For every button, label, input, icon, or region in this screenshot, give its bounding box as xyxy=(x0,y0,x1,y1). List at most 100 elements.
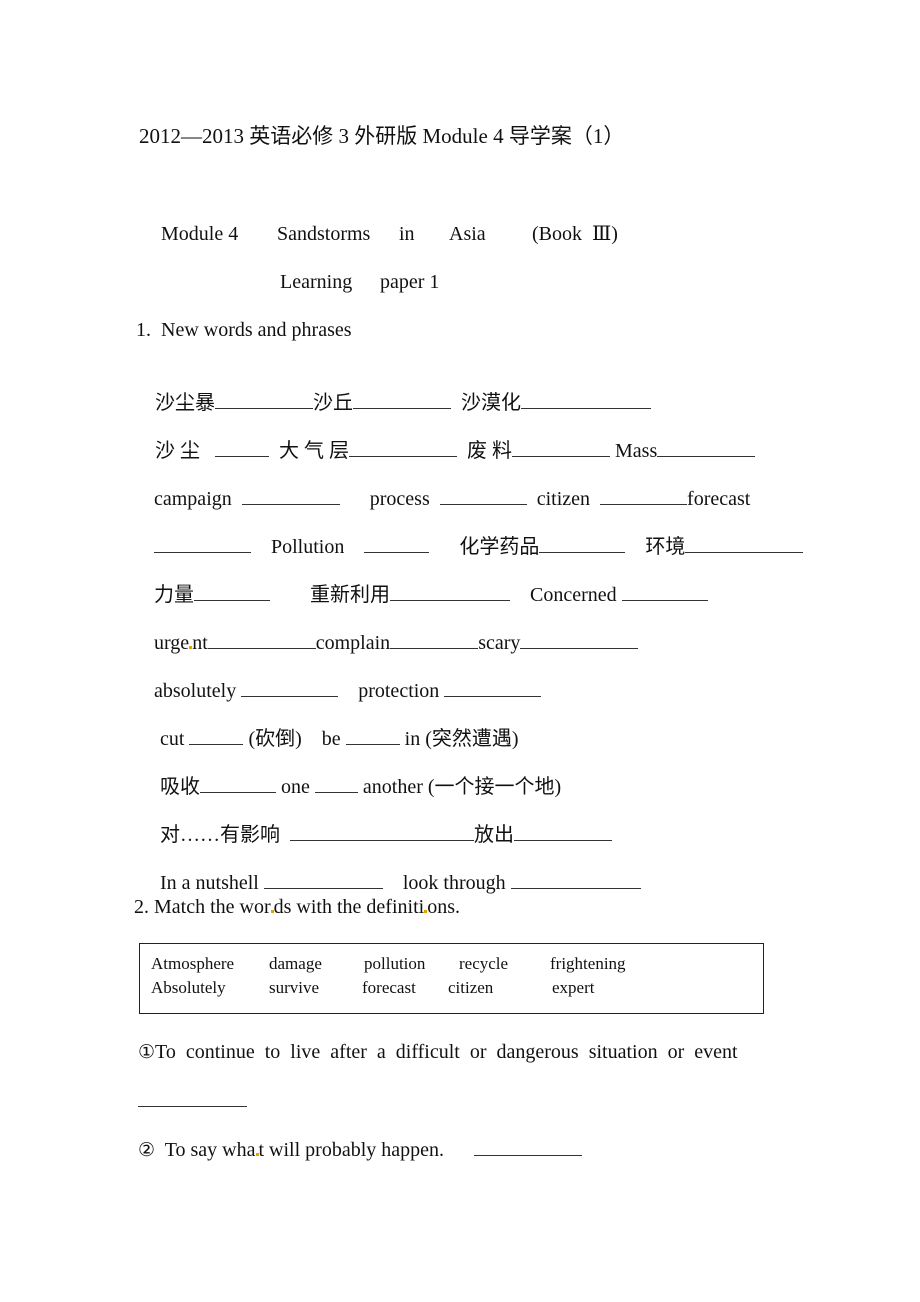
bank-word: survive xyxy=(269,978,320,997)
phrase-nutshell: In a nutshell xyxy=(160,872,259,894)
bank-word: forecast xyxy=(362,978,416,997)
answer-blank[interactable] xyxy=(621,582,708,601)
vocab-row: 沙尘暴 沙丘 沙漠化 xyxy=(145,366,651,415)
answer-blank[interactable] xyxy=(514,822,612,841)
vocab-sandstorm: 沙尘暴 xyxy=(155,392,215,414)
phrase-row: 对……有影响 放出 xyxy=(150,798,612,847)
definition-1: ①To continue to live after a difficult o… xyxy=(138,1040,738,1064)
answer-blank[interactable] xyxy=(241,486,340,505)
answer-blank[interactable] xyxy=(657,438,756,457)
phrase-another: another (一个接一个地) xyxy=(362,776,562,798)
subtitle-learning: Learning xyxy=(280,271,353,293)
answer-blank[interactable] xyxy=(215,390,313,409)
phrase-row: 吸收 one another (一个接一个地) xyxy=(150,750,561,799)
answer-blank[interactable] xyxy=(154,534,251,553)
vocab-process: process xyxy=(369,488,430,510)
answer-blank[interactable] xyxy=(353,390,451,409)
phrase-cut-hint: (砍倒) xyxy=(248,728,302,750)
vocab-scary: scary xyxy=(478,632,521,654)
vocab-campaign: campaign xyxy=(154,488,232,510)
answer-blank[interactable] xyxy=(290,822,474,841)
answer-blank[interactable] xyxy=(194,582,270,601)
phrase-one: one xyxy=(281,776,310,798)
module-word-in: in xyxy=(399,223,415,245)
phrase-effect: 对……有影响 xyxy=(160,824,280,846)
answer-blank[interactable] xyxy=(685,534,804,553)
vocab-absolutely: absolutely xyxy=(154,680,237,702)
word-bank-box: Atmosphere damage pollution recycle frig… xyxy=(139,943,764,1014)
definition-text: To continue to live after a difficult or… xyxy=(155,1041,738,1063)
vocab-waste: 废 料 xyxy=(467,440,512,462)
answer-blank[interactable] xyxy=(263,870,383,889)
answer-blank[interactable] xyxy=(444,678,542,697)
vocab-release: 放出 xyxy=(474,824,514,846)
phrase-be-hint: in (突然遭遇) xyxy=(404,728,519,750)
answer-blank[interactable] xyxy=(520,630,639,649)
document-title: 2012—2013 英语必修 3 外研版 Module 4 导学案（1） xyxy=(139,124,625,148)
definition-text: To say wha xyxy=(164,1139,256,1161)
definition-text: t will probably happen. xyxy=(258,1139,445,1161)
bank-word: Atmosphere xyxy=(151,954,235,973)
heading-part: ons. xyxy=(427,896,460,918)
answer-blank[interactable] xyxy=(364,534,430,553)
phrase-cut: cut xyxy=(160,728,185,750)
section1-heading: 1. New words and phrases xyxy=(136,319,352,341)
vocab-row: absolutely protection xyxy=(144,654,542,703)
answer-blank[interactable] xyxy=(215,438,269,457)
answer-blank[interactable] xyxy=(189,726,244,745)
vocab-row: 沙 尘 大 气 层 废 料 Mass xyxy=(145,414,756,463)
vocab-urgent: urge nt xyxy=(154,632,208,654)
section2-heading: 2. Match the wor ds with the definiti ons. xyxy=(134,895,460,919)
vocab-citizen: citizen xyxy=(536,488,591,510)
answer-blank[interactable] xyxy=(241,678,339,697)
answer-blank[interactable] xyxy=(314,774,358,793)
vocab-row: urge nt complain scary xyxy=(144,606,639,655)
vocab-absorb: 吸收 xyxy=(160,776,200,798)
definition-2: ② To say wha t will probably happen. xyxy=(138,1137,583,1162)
answer-blank[interactable] xyxy=(345,726,400,745)
answer-blank[interactable] xyxy=(207,630,316,649)
bank-word: frightening xyxy=(550,954,626,973)
bank-word: expert xyxy=(552,978,595,997)
answer-blank[interactable] xyxy=(521,390,651,409)
vocab-urgent-part: nt xyxy=(192,632,208,654)
phrase-row: In a nutshell look through xyxy=(150,846,641,895)
phrase-row: cut (砍倒) be in (突然遭遇) xyxy=(150,702,519,751)
answer-blank[interactable] xyxy=(439,486,527,505)
bank-word: pollution xyxy=(364,954,426,973)
answer-blank[interactable] xyxy=(539,534,626,553)
vocab-row: 力量 重新利用 Concerned xyxy=(144,558,708,607)
answer-blank[interactable] xyxy=(474,1137,583,1156)
answer-blank[interactable] xyxy=(138,1088,247,1107)
bank-word: Absolutely xyxy=(151,978,226,997)
phrase-be: be xyxy=(321,728,341,750)
number-circle-2: ② xyxy=(138,1139,156,1161)
vocab-forecast: forecast xyxy=(687,488,751,510)
vocab-dune: 沙丘 xyxy=(313,392,353,414)
answer-blank[interactable] xyxy=(512,438,610,457)
vocab-mass: Mass xyxy=(615,440,658,462)
answer-blank[interactable] xyxy=(390,630,479,649)
answer-blank[interactable] xyxy=(200,774,276,793)
vocab-urgent-part: urge xyxy=(154,632,190,654)
vocab-environment: 环境 xyxy=(645,536,686,558)
heading-part: 2. Match the wor xyxy=(134,896,271,918)
subtitle-paper: paper 1 xyxy=(380,271,440,293)
answer-blank[interactable] xyxy=(510,870,641,889)
answer-blank[interactable] xyxy=(390,582,510,601)
vocab-force: 力量 xyxy=(154,584,194,606)
module-label: Module 4 xyxy=(161,223,239,245)
book-label: (Book Ⅲ) xyxy=(532,223,618,245)
answer-blank[interactable] xyxy=(349,438,457,457)
bank-word: damage xyxy=(269,954,322,973)
heading-part: ds with the definiti xyxy=(273,896,425,918)
answer-blank[interactable] xyxy=(600,486,688,505)
definition-1-answer xyxy=(138,1088,247,1113)
vocab-dust: 沙 尘 xyxy=(155,440,200,462)
number-circle-1: ① xyxy=(138,1041,156,1063)
module-word-asia: Asia xyxy=(449,223,486,245)
vocab-pollution: Pollution xyxy=(271,536,345,558)
phrase-look-through: look through xyxy=(402,872,506,894)
bank-word: citizen xyxy=(448,978,494,997)
vocab-complain: complain xyxy=(315,632,391,654)
